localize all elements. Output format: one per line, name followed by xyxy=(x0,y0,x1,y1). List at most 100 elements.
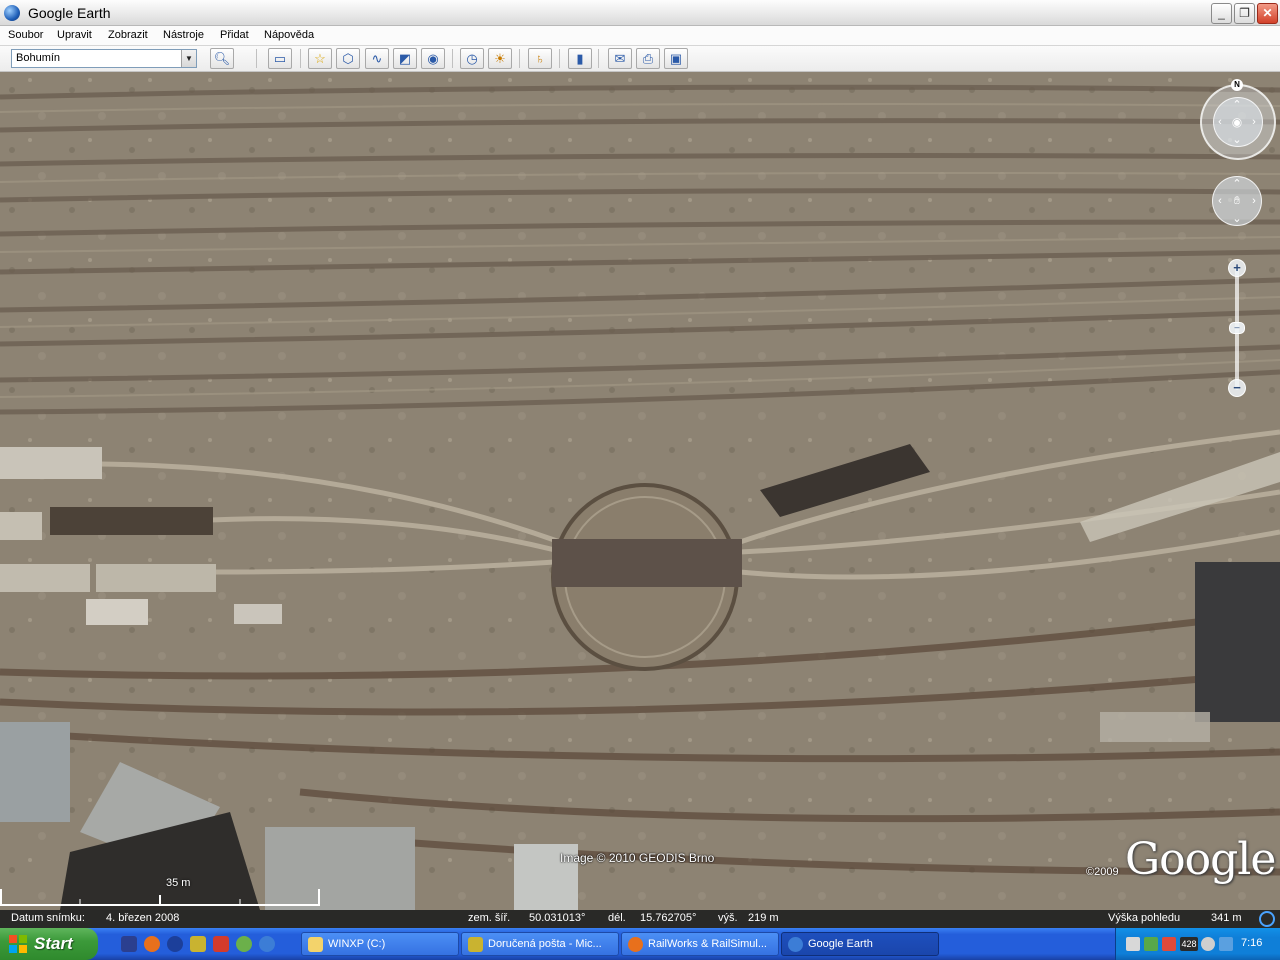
toolbar-separator xyxy=(559,49,560,68)
mail-icon xyxy=(468,937,483,952)
hand-icon: ✋︎ xyxy=(1233,195,1241,207)
menu-bar: Soubor Upravit Zobrazit Nástroje Přidat … xyxy=(0,26,1280,46)
chevron-right-icon[interactable]: › xyxy=(1248,195,1260,207)
image-overlay-icon[interactable]: ◩ xyxy=(393,48,417,69)
eye-altitude-label: Výška pohledu xyxy=(1108,912,1181,924)
menu-pridat[interactable]: Přidat xyxy=(220,29,249,41)
search-input[interactable]: Bohumín ▼ xyxy=(11,49,197,68)
network-icon[interactable] xyxy=(1126,937,1140,951)
zoom-slider-thumb[interactable]: – xyxy=(1229,322,1245,334)
toolbar: Bohumín ▼ 🔍︎ ▭ ☆ ⬡ ∿ ◩ ◉ ◷ ☀ ♄ ▮ ✉ ⎙ ▣ xyxy=(0,46,1280,72)
email-icon[interactable]: ✉ xyxy=(608,48,632,69)
clock-settings-icon[interactable] xyxy=(1201,937,1215,951)
volume-icon[interactable] xyxy=(1219,937,1233,951)
chevron-up-icon[interactable]: ⌃ xyxy=(1231,99,1243,111)
toolbar-separator xyxy=(300,49,301,68)
satellite-imagery xyxy=(0,72,1280,910)
clock[interactable]: 7:16 xyxy=(1241,937,1262,949)
menu-upravit[interactable]: Upravit xyxy=(57,29,92,41)
save-icon[interactable] xyxy=(121,936,137,952)
scale-legend-bar xyxy=(0,889,320,906)
toolbar-separator xyxy=(452,49,453,68)
latitude-value: 50.031013° xyxy=(529,912,586,924)
tray-badge[interactable]: 428 xyxy=(1180,937,1198,951)
mail-client-icon[interactable] xyxy=(190,936,206,952)
longitude-label: dél. xyxy=(608,912,626,924)
toolbar-separator xyxy=(598,49,599,68)
folder-icon xyxy=(308,937,323,952)
task-label: Google Earth xyxy=(808,938,873,950)
scale-legend-label: 35 m xyxy=(166,877,191,889)
security-icon[interactable] xyxy=(1144,937,1158,951)
imagery-date-value: 4. březen 2008 xyxy=(106,912,180,924)
start-label: Start xyxy=(34,934,73,953)
menu-nastroje[interactable]: Nástroje xyxy=(163,29,204,41)
map-view[interactable]: N ⌃ ⌄ ‹ › ◉ ⌃ ⌄ ‹ › ✋︎ + – − Image © 201… xyxy=(0,72,1280,910)
eye-icon: ◉ xyxy=(1231,115,1243,129)
task-label: WINXP (C:) xyxy=(328,938,386,950)
task-inbox[interactable]: Doručená pošta - Mic... xyxy=(461,932,619,956)
north-indicator[interactable]: N xyxy=(1231,79,1243,91)
imagery-date-label: Datum snímku: xyxy=(11,912,85,924)
toolbar-separator xyxy=(519,49,520,68)
planets-icon[interactable]: ♄ xyxy=(528,48,552,69)
google-logo: Google xyxy=(1125,834,1276,885)
search-icon[interactable]: 🔍︎ xyxy=(210,48,234,69)
sidebar-toggle-icon[interactable]: ▭ xyxy=(268,48,292,69)
zoom-in-button[interactable]: + xyxy=(1228,259,1246,277)
google-maps-icon[interactable]: ▣ xyxy=(664,48,688,69)
title-bar[interactable]: Google Earth _ ❐ ✕ xyxy=(0,0,1280,26)
imagery-credit: Image © 2010 GEODIS Brno xyxy=(560,851,715,865)
elevation-value: 219 m xyxy=(748,912,779,924)
task-label: Doručená pošta - Mic... xyxy=(488,938,602,950)
status-bar: Datum snímku: 4. březen 2008 zem. šíř. 5… xyxy=(0,910,1280,928)
streaming-indicator-icon xyxy=(1259,911,1275,927)
print-icon[interactable]: ⎙ xyxy=(636,48,660,69)
longitude-value: 15.762705° xyxy=(640,912,697,924)
chevron-down-icon[interactable]: ⌄ xyxy=(1231,134,1243,146)
historical-imagery-icon[interactable]: ◷ xyxy=(460,48,484,69)
task-label: RailWorks & RailSimul... xyxy=(648,938,767,950)
menu-soubor[interactable]: Soubor xyxy=(8,29,43,41)
media-icon[interactable] xyxy=(213,936,229,952)
record-tour-icon[interactable]: ◉ xyxy=(421,48,445,69)
polygon-icon[interactable]: ⬡ xyxy=(336,48,360,69)
window-title: Google Earth xyxy=(28,5,111,21)
minimize-button[interactable]: _ xyxy=(1211,3,1232,24)
close-button[interactable]: ✕ xyxy=(1257,3,1278,24)
google-earth-icon[interactable] xyxy=(259,936,275,952)
chevron-up-icon[interactable]: ⌃ xyxy=(1231,178,1243,190)
task-railworks[interactable]: RailWorks & RailSimul... xyxy=(621,932,779,956)
windows-logo-icon xyxy=(9,935,28,953)
menu-napoveda[interactable]: Nápověda xyxy=(264,29,314,41)
globe-icon[interactable] xyxy=(236,936,252,952)
firefox-icon xyxy=(628,937,643,952)
elevation-label: výš. xyxy=(718,912,738,924)
chevron-down-icon[interactable]: ▼ xyxy=(181,50,196,67)
google-earth-icon xyxy=(4,5,20,21)
firefox-icon[interactable] xyxy=(144,936,160,952)
google-earth-icon xyxy=(788,937,803,952)
eye-altitude-value: 341 m xyxy=(1211,912,1242,924)
start-button[interactable]: Start xyxy=(0,928,98,960)
latitude-label: zem. šíř. xyxy=(468,912,511,924)
ruler-icon[interactable]: ▮ xyxy=(568,48,592,69)
path-icon[interactable]: ∿ xyxy=(365,48,389,69)
task-google-earth[interactable]: Google Earth xyxy=(781,932,939,956)
antivirus-icon[interactable] xyxy=(1162,937,1176,951)
taskbar: Start WINXP (C:) Doručená pošta - Mic...… xyxy=(0,928,1280,960)
zoom-out-button[interactable]: − xyxy=(1228,379,1246,397)
task-winxp[interactable]: WINXP (C:) xyxy=(301,932,459,956)
chevron-right-icon[interactable]: › xyxy=(1248,116,1260,128)
placemark-icon[interactable]: ☆ xyxy=(308,48,332,69)
chevron-down-icon[interactable]: ⌄ xyxy=(1231,213,1243,225)
copyright-year: ©2009 xyxy=(1086,866,1119,878)
search-input-value: Bohumín xyxy=(16,52,61,64)
sunlight-icon[interactable]: ☀ xyxy=(488,48,512,69)
menu-zobrazit[interactable]: Zobrazit xyxy=(108,29,148,41)
c-app-icon[interactable] xyxy=(167,936,183,952)
chevron-left-icon[interactable]: ‹ xyxy=(1214,195,1226,207)
chevron-left-icon[interactable]: ‹ xyxy=(1214,116,1226,128)
maximize-button[interactable]: ❐ xyxy=(1234,3,1255,24)
toolbar-separator xyxy=(256,49,257,68)
